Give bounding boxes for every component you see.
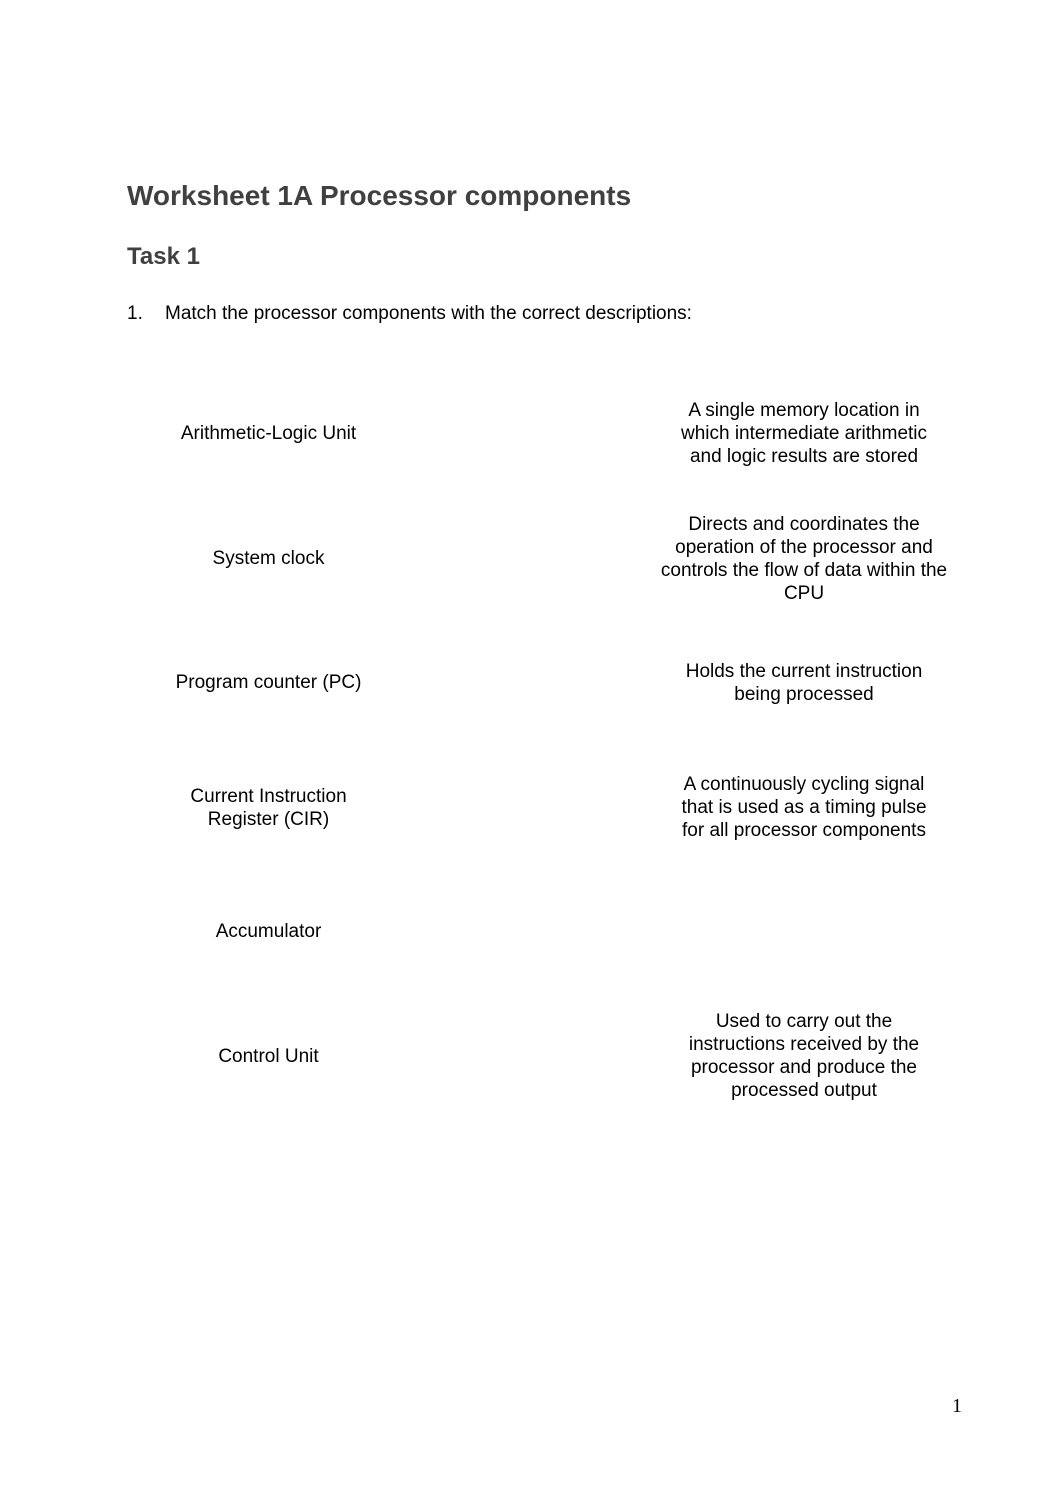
component-item: Control Unit [218, 1046, 319, 1067]
question-text: Match the processor components with the … [165, 303, 692, 324]
page-number: 1 [952, 1395, 962, 1417]
task-heading: Task 1 [127, 243, 200, 270]
component-item: System clock [212, 548, 325, 569]
question-number: 1. [127, 303, 143, 324]
component-item: Program counter (PC) [175, 672, 362, 693]
description-item: Used to carry out the instructions recei… [688, 1011, 920, 1101]
component-item: Accumulator [215, 921, 322, 942]
description-item: A single memory location in which interm… [680, 400, 928, 467]
question-1: 1. Match the processor components with th… [127, 303, 692, 325]
description-item: A continuously cycling signal that is us… [681, 774, 927, 841]
component-item: Arithmetic-Logic Unit [180, 423, 357, 444]
worksheet-title: Worksheet 1A Processor components [127, 180, 632, 211]
description-item: Directs and coordinates the operation of… [660, 514, 948, 604]
component-item: Current Instruction Register (CIR) [190, 786, 347, 830]
description-item: Holds the current instruction being proc… [685, 661, 923, 705]
